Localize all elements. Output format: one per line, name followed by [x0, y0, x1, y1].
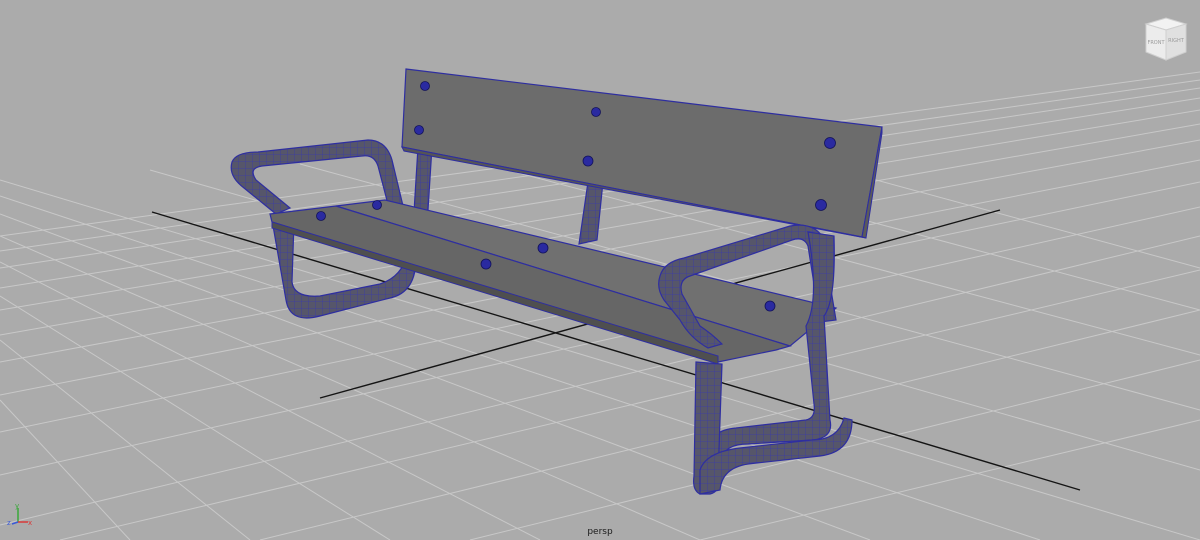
bench-model[interactable] — [230, 68, 883, 495]
axis-x-label: x — [28, 519, 32, 527]
perspective-viewport[interactable]: FRONT RIGHT y x z persp — [0, 0, 1200, 540]
viewcube-right-label: RIGHT — [1168, 38, 1185, 44]
axis-y-label: y — [15, 502, 19, 510]
viewcube-front-label: FRONT — [1147, 40, 1165, 46]
view-cube-icon[interactable]: FRONT RIGHT — [1140, 14, 1190, 64]
scene-canvas[interactable] — [0, 0, 1200, 540]
axis-z-label: z — [7, 519, 11, 527]
camera-name-label: persp — [587, 527, 613, 537]
